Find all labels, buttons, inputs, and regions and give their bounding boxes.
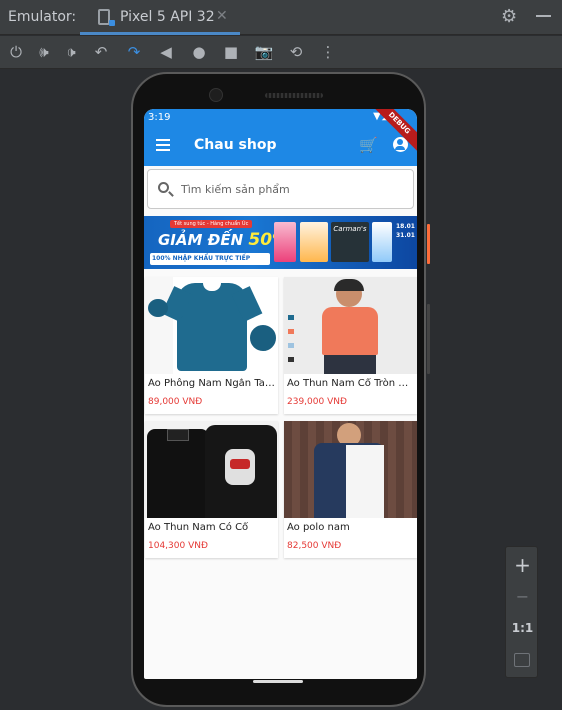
device-screen: 3:19 ▼◢▮ Chau shop 🛒 DEBUG Tết sung túc …: [144, 109, 417, 679]
banner-product-image: [372, 222, 392, 262]
power-icon[interactable]: ⏻: [6, 42, 26, 62]
overview-icon[interactable]: ■: [221, 42, 241, 62]
minimize-icon[interactable]: [536, 15, 551, 17]
product-image: [145, 277, 278, 374]
app-title: Chau shop: [194, 137, 277, 153]
back-icon[interactable]: ◀: [156, 42, 176, 62]
emulator-tab-bar: Emulator: Pixel 5 API 32 ✕ ⚙: [0, 0, 562, 35]
product-image: [284, 421, 417, 518]
banner-product-image: [274, 222, 296, 262]
product-name: Áo Thun Nam Có Cổ: [148, 522, 249, 533]
zoom-in-button[interactable]: +: [506, 553, 539, 577]
search-icon: [158, 182, 169, 193]
product-name: Áo Phông Nam Ngắn Tay 5S: [148, 378, 275, 389]
screenshot-icon[interactable]: 📷: [254, 42, 274, 62]
product-price: 239,000 VNĐ: [287, 397, 347, 407]
banner-product-image: [300, 222, 328, 262]
earpiece-speaker: [265, 93, 323, 98]
zoom-actual-size-button[interactable]: 1:1: [506, 621, 539, 635]
volume-up-icon[interactable]: 🕪: [34, 42, 54, 62]
search-box[interactable]: [147, 169, 414, 209]
power-side-button[interactable]: [427, 224, 430, 264]
tab-pixel-5[interactable]: Pixel 5 API 32 ✕: [80, 0, 240, 35]
emulator-window: Emulator: Pixel 5 API 32 ✕ ⚙ ⏻ 🕪 🕩 ↶ ↷ ◀…: [0, 0, 562, 710]
app-bar: Chau shop 🛒: [144, 126, 417, 166]
product-price: 104,300 VNĐ: [148, 541, 208, 551]
zoom-out-button[interactable]: −: [506, 587, 539, 606]
product-card[interactable]: Áo Thun Nam Cổ Tròn 5S ... 239,000 VNĐ: [284, 277, 417, 414]
status-bar: 3:19 ▼◢▮: [144, 109, 417, 126]
product-card[interactable]: Áo Thun Nam Có Cổ 104,300 VNĐ: [145, 421, 278, 558]
product-name: Áo polo nam: [287, 522, 350, 533]
phone-frame: 3:19 ▼◢▮ Chau shop 🛒 DEBUG Tết sung túc …: [131, 72, 430, 707]
product-card[interactable]: Áo Phông Nam Ngắn Tay 5S 89,000 VNĐ: [145, 277, 278, 414]
product-image: [145, 421, 278, 518]
more-icon[interactable]: ⋮: [318, 42, 338, 62]
tab-close-icon[interactable]: ✕: [216, 8, 228, 24]
product-name: Áo Thun Nam Cổ Tròn 5S ...: [287, 378, 414, 389]
cart-icon[interactable]: 🛒: [359, 136, 378, 154]
status-time: 3:19: [148, 112, 171, 123]
volume-side-button[interactable]: [427, 304, 430, 374]
emulator-toolbar: ⏻ 🕪 🕩 ↶ ↷ ◀ ● ■ 📷 ⟲ ⋮: [0, 36, 562, 69]
product-image: [284, 277, 417, 374]
zoom-panel: + − 1:1: [505, 546, 538, 678]
front-camera: [209, 88, 223, 102]
gear-icon[interactable]: ⚙: [501, 6, 517, 27]
rotate-left-icon[interactable]: ↶: [91, 42, 111, 62]
zoom-fit-icon[interactable]: [514, 653, 530, 667]
banner-headline: GIẢM ĐẾN 50%: [158, 230, 290, 250]
search-input[interactable]: [181, 180, 401, 198]
banner-brand: Carman's: [331, 222, 369, 262]
emulator-label: Emulator:: [8, 9, 77, 25]
menu-icon[interactable]: [156, 139, 170, 151]
banner-dates: 18.01 31.01: [396, 223, 415, 239]
volume-down-icon[interactable]: 🕩: [61, 42, 81, 62]
tab-title: Pixel 5 API 32: [120, 9, 215, 25]
gesture-nav-bar[interactable]: [253, 680, 303, 683]
banner-tag: Tết sung túc - Hàng chuẩn Úc: [170, 220, 253, 228]
banner-subtext: 100% NHẬP KHẨU TRỰC TIẾP: [150, 253, 270, 265]
product-price: 82,500 VNĐ: [287, 541, 342, 551]
rotate-right-icon[interactable]: ↷: [124, 42, 144, 62]
promo-banner[interactable]: Tết sung túc - Hàng chuẩn Úc GIẢM ĐẾN 50…: [144, 216, 417, 269]
device-icon: [98, 9, 115, 26]
home-icon[interactable]: ●: [189, 42, 209, 62]
product-card[interactable]: Áo polo nam 82,500 VNĐ: [284, 421, 417, 558]
product-price: 89,000 VNĐ: [148, 397, 203, 407]
snapshot-icon[interactable]: ⟲: [286, 42, 306, 62]
